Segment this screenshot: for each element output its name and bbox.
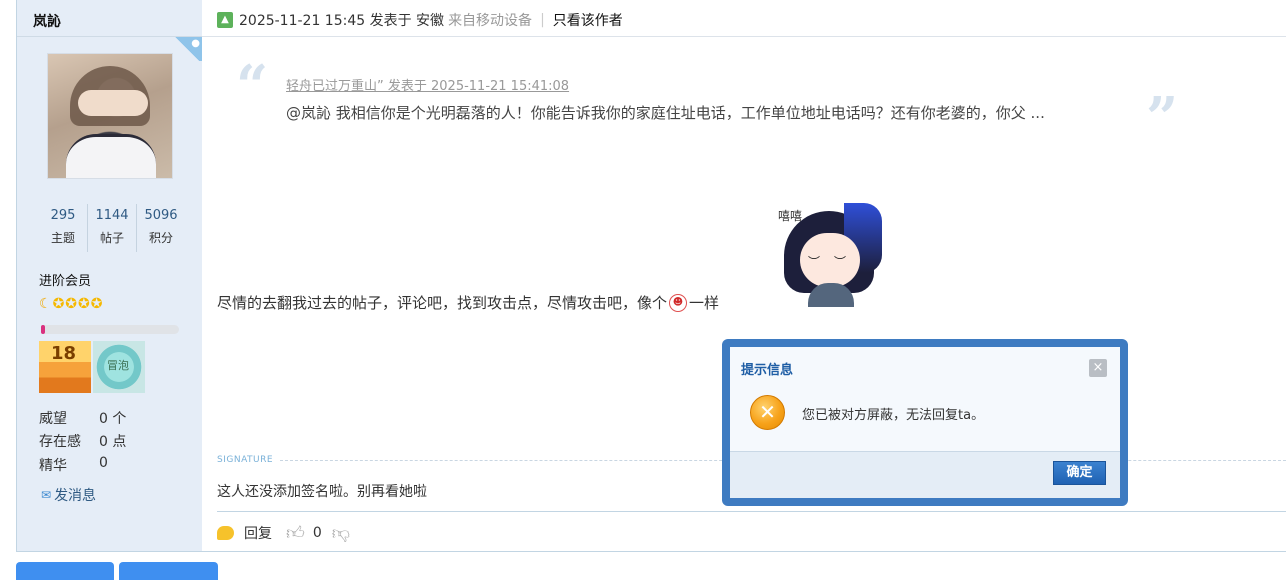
info-prestige: 威望 0 个 (39, 408, 126, 428)
thumbs-up-icon[interactable]: 👍︎ (286, 522, 305, 544)
star-icon: ✪ (90, 296, 103, 312)
footer-divider (217, 511, 1286, 512)
quote-open-icon: “ (236, 53, 269, 119)
stat-label: 主题 (50, 231, 75, 245)
post-bottom-border (202, 551, 1286, 552)
star-icon: ✪ (65, 296, 78, 312)
author-stats: 295 主题 1144 帖子 5096 积分 (39, 204, 185, 252)
signature-label: SIGNATURE (217, 455, 274, 465)
star-icon: ✪ (52, 296, 65, 312)
avatar-collar (66, 134, 156, 178)
confirm-button[interactable]: 确定 (1053, 461, 1106, 485)
star-icon: ✪ (78, 296, 90, 312)
close-icon[interactable]: × (1089, 359, 1107, 377)
post-device: 来自移动设备 (448, 13, 533, 29)
stat-label: 积分 (148, 231, 173, 245)
post-body-text-end: 一样 (689, 294, 720, 312)
medal-text: 18 (51, 343, 77, 364)
rank-stars: ☾ ✪ ✪ ✪ ✪ (39, 296, 103, 312)
quote-text: @岚訫 我相信你是个光明磊落的人！你能告诉我你的家庭住址电话，工作单位地址电话吗… (286, 104, 1045, 122)
info-value: 0 点 (99, 434, 127, 450)
only-author-link[interactable]: 只看该作者 (553, 10, 623, 30)
user-rank[interactable]: 进阶会员 (39, 270, 91, 289)
author-name[interactable]: 岚訫 (33, 11, 61, 31)
info-label: 威望 (39, 411, 67, 427)
stat-value: 1144 (95, 208, 129, 223)
info-value: 0 (99, 455, 108, 471)
medal-bubble[interactable]: 冒泡 (93, 341, 145, 393)
user-icon: ▲ (217, 12, 233, 28)
like-count: 0 (312, 525, 322, 541)
sticker-sfx-text: 嘻嘻 (778, 209, 803, 223)
post-body-text: 尽情的去翻我过去的帖子，评论吧，找到攻击点，尽情攻击吧，像个 (217, 294, 668, 312)
medal-birthday[interactable]: 18 (39, 341, 91, 393)
level-progress-fill (41, 325, 46, 334)
avatar[interactable] (47, 53, 173, 179)
moon-icon: ☾ (39, 296, 52, 312)
stat-label: 帖子 (99, 231, 124, 245)
forum-post-page: 岚訫 ● 295 主题 1144 帖子 5096 积分 进阶会员 ☾ ✪ ✪ ✪… (0, 0, 1286, 580)
apple-icon: ● (172, 37, 202, 61)
dialog-message: 您已被对方屏蔽，无法回复ta。 (802, 408, 985, 423)
stat-points[interactable]: 5096 积分 (137, 204, 185, 252)
stat-value: 5096 (144, 208, 178, 223)
reply-label: 回复 (244, 526, 272, 542)
avatar-hands (78, 90, 148, 116)
info-label: 存在感 (39, 434, 81, 450)
quote-source-link[interactable]: 轻舟已过万重山” 发表于 2025-11-21 15:41:08 (286, 75, 569, 94)
send-message-link[interactable]: ✉ 发消息 (41, 485, 96, 505)
medal-text: 冒泡 (107, 359, 129, 372)
post-actions: 回复 👍︎ 0 👎︎ (217, 522, 358, 544)
author-sidebar: 岚訫 ● 295 主题 1144 帖子 5096 积分 进阶会员 ☾ ✪ ✪ ✪… (16, 0, 203, 552)
clown-emoji-icon: ☻ (669, 293, 688, 312)
header-separator: | (540, 12, 545, 28)
stat-value: 295 (50, 208, 76, 223)
signature-text: 这人还没添加签名啦。别再看她啦 (217, 484, 427, 500)
reply-button[interactable]: 回复 (217, 523, 272, 543)
post-header: ▲ 2025-11-21 15:45 发表于 安徽 来自移动设备 | 只看该作者 (217, 10, 623, 30)
post-body: 尽情的去翻我过去的帖子，评论吧，找到攻击点，尽情攻击吧，像个 ☻ 一样 (217, 292, 719, 313)
reply-thread-button[interactable] (119, 562, 218, 580)
error-icon: ✕ (750, 395, 785, 430)
dialog-body: 提示信息 × ✕ 您已被对方屏蔽，无法回复ta。 确定 (730, 347, 1120, 498)
info-essence: 精华 0 (39, 455, 108, 475)
new-post-button[interactable] (16, 562, 114, 580)
info-label: 精华 (39, 458, 67, 474)
stat-posts[interactable]: 1144 帖子 (88, 204, 137, 252)
quote-close-icon: ” (1146, 85, 1179, 151)
dialog-title: 提示信息 (741, 363, 794, 378)
mail-icon: ✉ (41, 488, 52, 502)
anime-sticker-image[interactable]: ︶︶ 嘻嘻 (778, 203, 882, 307)
thumbs-down-icon[interactable]: 👎︎ (332, 522, 350, 544)
level-progress-bar (41, 325, 179, 334)
sticker-eyes: ︶︶ (808, 255, 861, 269)
stat-topics[interactable]: 295 主题 (39, 204, 88, 252)
send-message-label: 发消息 (54, 488, 97, 504)
info-presence: 存在感 0 点 (39, 431, 126, 451)
reply-bubble-icon (217, 526, 234, 540)
post-timestamp: 2025-11-21 15:45 发表于 安徽 (239, 13, 445, 29)
alert-dialog: 提示信息 × ✕ 您已被对方屏蔽，无法回复ta。 确定 (722, 339, 1128, 506)
info-value: 0 个 (99, 411, 127, 427)
header-divider (202, 36, 1286, 37)
